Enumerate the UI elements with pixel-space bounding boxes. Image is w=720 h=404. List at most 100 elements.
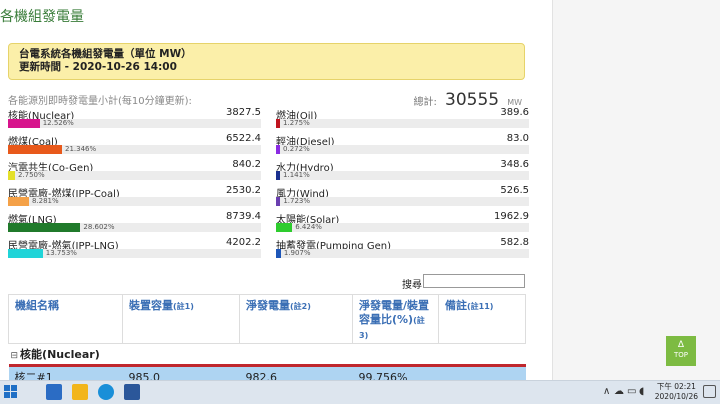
energy-source-value: 526.5	[500, 185, 529, 196]
energy-source-bar-fill	[8, 119, 40, 128]
header-remark[interactable]: 備註(註11)	[438, 294, 526, 344]
group-cell: ⊟ 核能(Nuclear)	[8, 343, 526, 367]
word-icon[interactable]	[124, 384, 140, 400]
energy-source-bar-fill	[276, 223, 293, 232]
energy-source-item: 抽蓄發電(Pumping Gen) 582.8 1.907%	[276, 236, 529, 262]
cell-unit-name: 核二#1	[8, 365, 123, 380]
search-input[interactable]	[423, 274, 525, 288]
energy-source-value: 8739.4	[226, 211, 261, 222]
energy-source-bar-fill	[8, 223, 81, 232]
energy-source-item: 燃氣(LNG) 8739.4 28.602%	[8, 210, 261, 236]
collapse-toggle-icon[interactable]: ⊟	[11, 351, 19, 361]
energy-source-percent: 13.753%	[45, 249, 77, 257]
header-net-generation[interactable]: 淨發電量(註2)	[239, 294, 353, 344]
energy-source-bar-track	[276, 171, 529, 180]
energy-source-bar-fill	[276, 249, 281, 258]
edge-browser-icon[interactable]	[98, 384, 114, 400]
energy-source-bar-fill	[8, 171, 15, 180]
mail-icon[interactable]	[46, 384, 62, 400]
energy-source-bar-track	[276, 197, 529, 206]
energy-source-item: 核能(Nuclear) 3827.5 12.526%	[8, 106, 261, 132]
tray-expand-icon[interactable]: ∧	[603, 386, 610, 397]
energy-source-bar-fill	[276, 171, 281, 180]
header-capacity[interactable]: 裝置容量(註1)	[122, 294, 240, 344]
energy-source-value: 3827.5	[226, 107, 261, 118]
energy-source-bar-track	[8, 171, 261, 180]
energy-source-percent: 21.346%	[65, 145, 97, 153]
cell-ratio: 99.756%	[352, 365, 439, 380]
windows-start-icon[interactable]	[4, 385, 18, 399]
notice-update-time: 更新時間 - 2020-10-26 14:00	[19, 61, 177, 73]
cell-capacity: 985.0	[122, 365, 240, 380]
energy-source-bar-fill	[276, 145, 281, 154]
back-to-top-label: TOP	[673, 351, 688, 359]
header-unit-name-label: 機組名稱	[15, 299, 59, 312]
network-icon[interactable]: ▭	[627, 386, 636, 397]
energy-source-percent: 2.750%	[17, 171, 45, 179]
header-remark-label: 備註	[445, 299, 467, 312]
cell-net-generation: 982.6	[239, 365, 353, 380]
energy-source-value: 2530.2	[226, 185, 261, 196]
energy-source-bar-fill	[8, 197, 29, 206]
group-label: 核能(Nuclear)	[20, 348, 100, 361]
unit-table: 機組名稱 裝置容量(註1) 淨發電量(註2) 淨發電量/裝置容量比(%)(註3)…	[8, 294, 526, 380]
group-row-nuclear[interactable]: ⊟ 核能(Nuclear)	[8, 343, 526, 367]
table-row[interactable]: 核二#1 985.0 982.6 99.756%	[8, 365, 526, 380]
energy-source-value: 4202.2	[226, 237, 261, 248]
page-content: 各機組發電量 台電系統各機組發電量（單位 MW） 更新時間 - 2020-10-…	[0, 0, 552, 380]
energy-source-value: 348.6	[500, 159, 529, 170]
energy-source-value: 389.6	[500, 107, 529, 118]
header-net-generation-label: 淨發電量	[246, 299, 290, 312]
clock-date: 2020/10/26	[654, 392, 698, 401]
table-header-row: 機組名稱 裝置容量(註1) 淨發電量(註2) 淨發電量/裝置容量比(%)(註3)…	[8, 294, 526, 344]
start-tile	[4, 385, 10, 391]
browser-viewport: 各機組發電量 台電系統各機組發電量（單位 MW） 更新時間 - 2020-10-…	[0, 0, 720, 380]
energy-source-bar-fill	[8, 145, 62, 154]
energy-source-value: 582.8	[500, 237, 529, 248]
header-ratio[interactable]: 淨發電量/裝置容量比(%)(註3)	[352, 294, 439, 344]
energy-source-bar-track	[276, 145, 529, 154]
energy-source-item: 水力(Hydro) 348.6 1.141%	[276, 158, 529, 184]
start-tile	[11, 385, 17, 391]
search-label: 搜尋	[402, 280, 422, 291]
header-capacity-note: (註1)	[173, 302, 194, 311]
notification-icon[interactable]	[703, 385, 716, 398]
header-net-generation-note: (註2)	[290, 302, 311, 311]
clock-time: 下午 02:21	[656, 382, 696, 391]
energy-source-item: 太陽能(Solar) 1962.9 6.424%	[276, 210, 529, 236]
energy-source-bar-fill	[276, 197, 281, 206]
taskbar: ∧ ☁ ▭ ◖ 下午 02:21 2020/10/26	[0, 380, 720, 404]
energy-source-value: 1962.9	[494, 211, 529, 222]
energy-source-bar-fill	[276, 119, 281, 128]
energy-source-percent: 6.424%	[295, 223, 322, 231]
notice-title: 台電系統各機組發電量（單位 MW）	[19, 48, 192, 60]
header-capacity-label: 裝置容量	[129, 299, 173, 312]
energy-source-item: 輕油(Diesel) 83.0 0.272%	[276, 132, 529, 158]
energy-source-bar-track	[8, 223, 261, 232]
system-clock[interactable]: 下午 02:21 2020/10/26	[655, 382, 698, 402]
back-to-top-button[interactable]: Δ TOP	[666, 336, 696, 366]
energy-source-percent: 1.141%	[283, 171, 310, 179]
file-explorer-icon[interactable]	[72, 384, 88, 400]
energy-source-bar-fill	[8, 249, 43, 258]
page-title: 各機組發電量	[0, 9, 84, 25]
energy-source-percent: 1.907%	[283, 249, 311, 257]
energy-source-percent: 12.526%	[42, 119, 74, 127]
energy-source-percent: 1.723%	[283, 197, 311, 205]
energy-source-value: 6522.4	[226, 133, 261, 144]
energy-source-bar-track	[276, 249, 529, 258]
energy-source-item: 風力(Wind) 526.5 1.723%	[276, 184, 529, 210]
energy-source-column-right: 燃油(Oil) 389.6 1.275% 輕油(Diesel) 83.0 0.272% 水力…	[276, 106, 529, 262]
energy-source-item: 民營電廠-燃煤(IPP-Coal) 2530.2 8.281%	[8, 184, 261, 210]
energy-source-percent: 8.281%	[31, 197, 59, 205]
energy-source-value: 83.0	[506, 133, 529, 144]
energy-source-column-left: 核能(Nuclear) 3827.5 12.526% 燃煤(Coal) 6522.4 21…	[8, 106, 261, 262]
header-unit-name[interactable]: 機組名稱	[8, 294, 123, 344]
energy-source-item: 汽電共生(Co-Gen) 840.2 2.750%	[8, 158, 261, 184]
summary-label: 各能源別即時發電量小計(每10分鐘更新):	[8, 96, 192, 107]
cell-remark	[438, 365, 526, 380]
update-notice: 台電系統各機組發電量（單位 MW） 更新時間 - 2020-10-26 14:0…	[8, 43, 525, 80]
volume-icon[interactable]: ◖	[639, 386, 644, 397]
energy-source-bar-track	[8, 145, 261, 154]
energy-source-item: 燃煤(Coal) 6522.4 21.346%	[8, 132, 261, 158]
